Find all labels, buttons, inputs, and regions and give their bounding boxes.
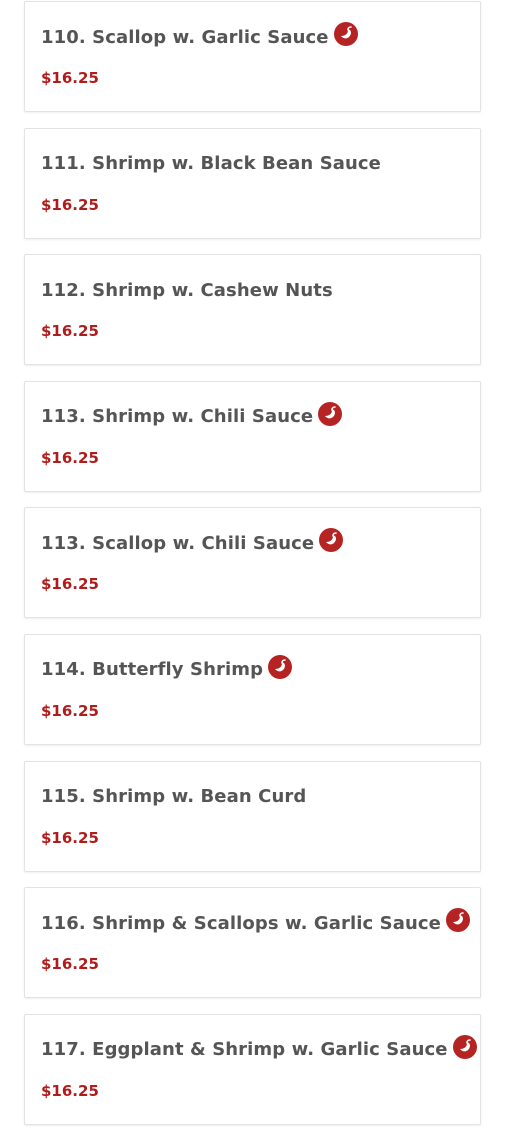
item-name-row: 112. Shrimp w. Cashew Nuts — [41, 275, 333, 305]
item-name-row: 116. Shrimp & Scallops w. Garlic Sauce — [41, 908, 471, 938]
chili-pepper-icon — [317, 401, 343, 427]
chili-pepper-icon — [267, 654, 293, 680]
item-name-row: 114. Butterfly Shrimp — [41, 654, 293, 685]
menu-item-card[interactable]: 117. Eggplant & Shrimp w. Garlic Sauce $… — [24, 1013, 481, 1125]
item-name: 110. Scallop w. Garlic Sauce — [41, 26, 329, 48]
item-name: 113. Scallop w. Chili Sauce — [41, 532, 315, 554]
item-price: $16.25 — [41, 955, 99, 974]
item-name-row: 113. Shrimp w. Chili Sauce — [41, 401, 343, 432]
item-price: $16.25 — [41, 195, 99, 214]
menu-item-card[interactable]: 113. Scallop w. Chili Sauce $16.25 — [24, 507, 481, 619]
item-name-row: 111. Shrimp w. Black Bean Sauce — [41, 149, 381, 179]
item-name-row: 110. Scallop w. Garlic Sauce — [41, 22, 359, 52]
item-name-row: 113. Scallop w. Chili Sauce — [41, 528, 344, 558]
menu-item-card[interactable]: 116. Shrimp & Scallops w. Garlic Sauce $… — [24, 887, 481, 999]
item-price: $16.25 — [41, 322, 99, 341]
menu-item-card[interactable]: 110. Scallop w. Garlic Sauce $16.25 — [24, 1, 481, 112]
item-price: $16.25 — [41, 69, 99, 87]
menu-item-list: 110. Scallop w. Garlic Sauce $16.25 111.… — [24, 1, 481, 1140]
item-name: 117. Eggplant & Shrimp w. Garlic Sauce — [41, 1039, 448, 1061]
chili-pepper-icon — [333, 21, 359, 47]
item-name: 111. Shrimp w. Black Bean Sauce — [41, 153, 381, 175]
item-name-row: 115. Shrimp w. Bean Curd — [41, 782, 306, 812]
menu-item-card[interactable]: 111. Shrimp w. Black Bean Sauce $16.25 — [24, 127, 481, 239]
menu-item-card[interactable]: 114. Butterfly Shrimp $16.25 — [24, 633, 481, 745]
item-price: $16.25 — [41, 448, 99, 467]
item-price: $16.25 — [41, 1081, 99, 1100]
chili-pepper-icon — [318, 527, 344, 553]
item-name: 114. Butterfly Shrimp — [41, 659, 264, 681]
item-name: 112. Shrimp w. Cashew Nuts — [41, 279, 333, 301]
menu-item-card[interactable]: 115. Shrimp w. Bean Curd $16.25 — [24, 760, 481, 872]
item-name: 116. Shrimp & Scallops w. Garlic Sauce — [41, 912, 441, 934]
item-price: $16.25 — [41, 701, 99, 720]
menu-item-card[interactable]: 113. Shrimp w. Chili Sauce $16.25 — [24, 380, 481, 492]
item-name: 115. Shrimp w. Bean Curd — [41, 786, 307, 808]
item-price: $16.25 — [41, 575, 99, 594]
item-price: $16.25 — [41, 828, 99, 847]
chili-pepper-icon — [445, 907, 471, 933]
chili-pepper-icon — [452, 1034, 478, 1060]
item-name-row: 117. Eggplant & Shrimp w. Garlic Sauce — [41, 1034, 478, 1065]
menu-item-card[interactable]: 112. Shrimp w. Cashew Nuts $16.25 — [24, 254, 481, 366]
item-name: 113. Shrimp w. Chili Sauce — [41, 406, 314, 428]
